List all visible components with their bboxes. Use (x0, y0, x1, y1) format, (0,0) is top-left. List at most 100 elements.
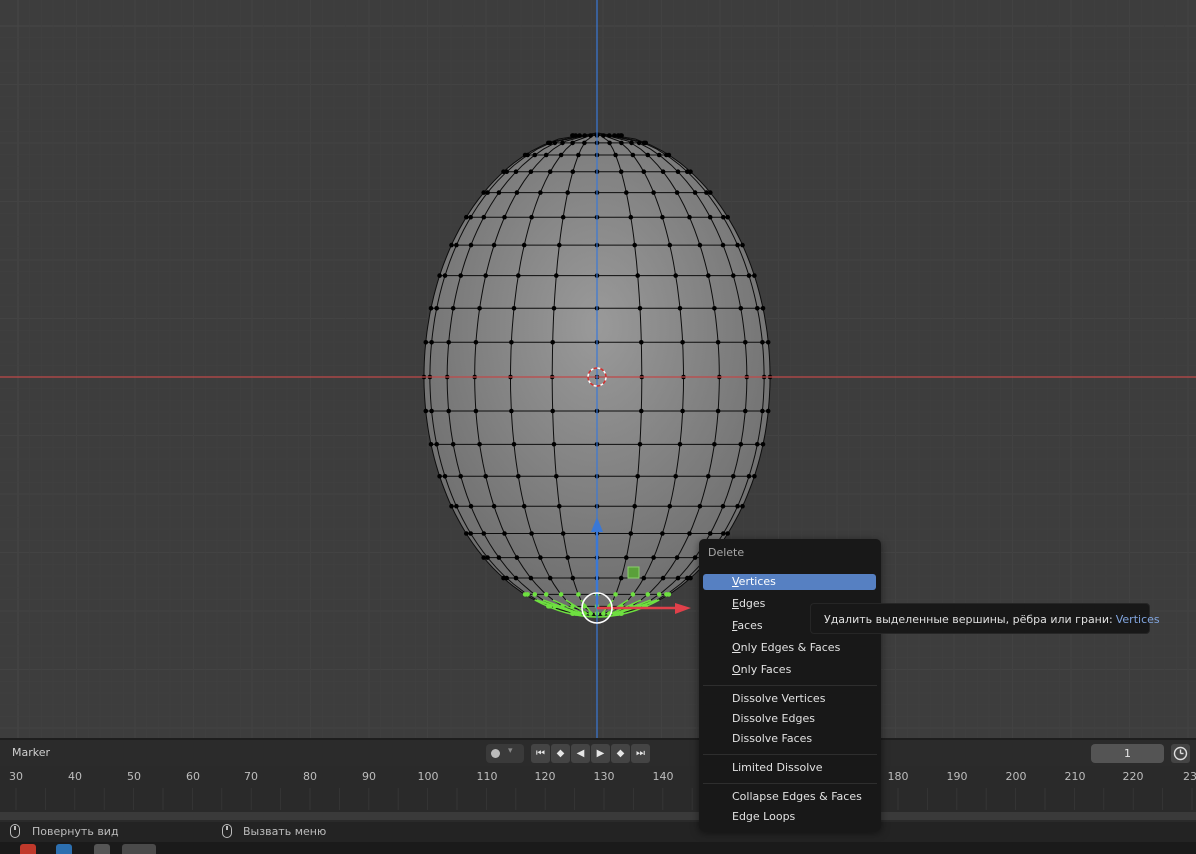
menu-item-edge-loops[interactable]: Edge Loops (703, 809, 876, 825)
mesh-vertex (697, 242, 703, 248)
mesh-vertex (550, 340, 555, 345)
mesh-vertex (450, 306, 456, 311)
mesh-vertex (473, 408, 479, 414)
mesh-vertex (760, 340, 765, 345)
menu-item-limited-dissolve[interactable]: Limited Dissolve (703, 760, 876, 776)
tooltip-text: Удалить выделенные вершины, рёбра или гр… (824, 613, 1160, 626)
timeline-scrollbar[interactable] (0, 812, 1196, 820)
menu-item-vertices[interactable]: Vertices (703, 574, 876, 590)
mesh-vertex (437, 273, 442, 278)
mesh-vertex (707, 531, 713, 536)
mesh-vertex (624, 555, 629, 560)
selected-vertex (645, 592, 651, 597)
mesh-vertex (746, 273, 752, 278)
mesh-vertex (743, 340, 748, 345)
mesh-vertex (725, 214, 730, 220)
mesh-vertex (765, 408, 771, 414)
mesh-vertex (491, 242, 497, 248)
mesh-vertex (667, 503, 673, 509)
timeline-ruler[interactable]: 30 40 50 60 70 80 90 100 110 120 130 140 180 190 200 21… (0, 766, 1196, 788)
taskbar-app-icon[interactable] (94, 844, 110, 854)
taskbar-blender-icon[interactable] (122, 844, 156, 854)
menu-item-collapse-edges-faces[interactable]: Collapse Edges & Faces (703, 789, 876, 805)
mesh-vertex (715, 408, 721, 414)
gizmo-plane-handle (627, 566, 640, 579)
mesh-vertex (632, 242, 637, 248)
mesh-vertex (740, 503, 745, 509)
taskbar-app-icon[interactable] (56, 844, 72, 854)
clock-icon[interactable] (1171, 744, 1190, 763)
mesh-vertex (554, 474, 559, 479)
mesh-vertex (673, 474, 678, 479)
mesh-vertex (449, 242, 454, 248)
marker-menu[interactable]: Marker (12, 746, 50, 759)
frame-tick-label: 190 (946, 770, 968, 783)
play-reverse-icon[interactable]: ◀ (571, 744, 590, 763)
timeline-editor[interactable]: Marker ▾ ⏮ ◆ ◀ ▶ ◆ ⏭ 1 30 40 50 60 70 80 90 100… (0, 738, 1196, 824)
mesh-vertex (485, 190, 490, 195)
mesh-vertex (509, 340, 514, 345)
menu-item-only-faces[interactable]: Only Faces (703, 662, 876, 678)
menu-item-only-edges-faces[interactable]: Only Edges & Faces (703, 640, 876, 656)
mesh-vertex (491, 503, 497, 509)
mesh-vertex (760, 408, 765, 414)
auto-keying-toggle[interactable]: ▾ (486, 744, 524, 763)
mesh-vertex (721, 531, 726, 536)
mesh-vertex (588, 133, 593, 138)
menu-item-dissolve-vertices[interactable]: Dissolve Vertices (703, 691, 876, 707)
selected-vertex (525, 592, 530, 597)
mesh-vertex (547, 169, 553, 174)
os-taskbar (0, 842, 1196, 854)
mesh-vertex (630, 152, 636, 158)
menu-separator (703, 783, 877, 784)
mesh-vertex (706, 273, 711, 278)
taskbar-app-icon[interactable] (20, 844, 36, 854)
mesh-vertex (468, 214, 474, 220)
jump-end-icon[interactable]: ⏭ (631, 744, 650, 763)
mesh-vertex (738, 442, 744, 447)
mesh-vertex (660, 214, 665, 220)
mesh-vertex (721, 214, 726, 220)
mesh-vertex (481, 214, 487, 220)
menu-item-dissolve-faces[interactable]: Dissolve Faces (703, 731, 876, 747)
frame-tick-label: 70 (244, 770, 258, 783)
prev-keyframe-icon[interactable]: ◆ (551, 744, 570, 763)
mesh-vertex (660, 575, 666, 581)
menu-separator (703, 754, 877, 755)
mesh-vertex (674, 555, 680, 560)
menu-item-dissolve-edges[interactable]: Dissolve Edges (703, 711, 876, 727)
status-bar: Повернуть вид Вызвать меню (0, 822, 1196, 842)
mesh-vertex (565, 190, 570, 195)
play-icon[interactable]: ▶ (591, 744, 610, 763)
mesh-vertex (560, 214, 566, 220)
jump-start-icon[interactable]: ⏮ (531, 744, 550, 763)
mesh-vertex (660, 169, 666, 174)
mesh-vertex (565, 555, 570, 560)
gizmo-x-arrow (675, 603, 691, 614)
mesh-vertex (504, 575, 510, 581)
mesh-vertex (582, 140, 587, 146)
mesh-vertex (607, 140, 612, 146)
tooltip-description: Удалить выделенные вершины, рёбра или гр… (824, 613, 1113, 626)
current-frame-field[interactable]: 1 (1091, 744, 1164, 763)
mesh-vertex (712, 442, 717, 447)
tooltip-value: Vertices (1115, 613, 1160, 626)
mesh-vertex (485, 555, 490, 560)
mesh-vertex (607, 133, 612, 138)
mesh-vertex (632, 503, 637, 509)
tooltip: Удалить выделенные вершины, рёбра или гр… (810, 603, 1160, 634)
next-keyframe-icon[interactable]: ◆ (611, 744, 630, 763)
mesh-vertex (570, 575, 576, 581)
mesh-vertex (735, 503, 740, 509)
mesh-vertex (641, 169, 647, 174)
timeline-tracks[interactable] (0, 788, 1196, 824)
mesh-vertex (570, 169, 576, 174)
frame-tick-label: 130 (593, 770, 615, 783)
mesh-vertex (560, 140, 565, 146)
mesh-vertex (543, 152, 549, 158)
mesh-vertex (464, 531, 469, 536)
mesh-vertex (477, 306, 482, 311)
mesh-vertex (760, 306, 766, 311)
selected-vertex (666, 592, 672, 597)
mesh-vertex (454, 242, 459, 248)
